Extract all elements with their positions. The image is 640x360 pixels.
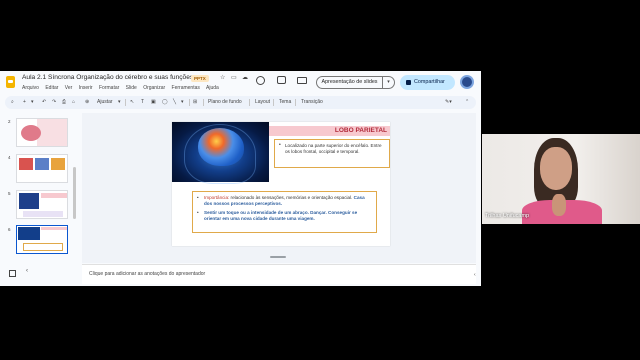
search-icon[interactable]: ⌕ [11,99,14,105]
history-icon[interactable] [256,76,265,85]
importance-text: relacionado às sensações, memórias e ori… [229,195,353,200]
paint-format-icon[interactable]: ⌂ [72,99,75,105]
divider [249,99,250,106]
menu-bar: Arquivo Editar Ver Inserir Formatar Slid… [22,85,224,91]
cloud-status-icon[interactable]: ☁ [242,74,248,81]
menu-item-inserir[interactable]: Inserir [79,85,93,91]
comment-icon[interactable] [277,76,286,84]
star-icon[interactable]: ☆ [220,74,225,81]
location-text-box[interactable]: Localizado na parte superior do encéfalo… [274,139,390,168]
file-type-badge: PPTX [191,75,209,82]
toolbar: ⌕ + ▾ ↶ ↷ ⎙ ⌂ ⊕ Ajustar ▾ ↖ T ▣ ◯ ╲ ▾ ⊞ … [5,96,476,109]
chevron-down-icon[interactable]: ▾ [31,99,34,105]
new-slide-icon[interactable]: + [23,99,26,105]
menu-item-arquivo[interactable]: Arquivo [22,85,39,91]
menu-item-ver[interactable]: Ver [65,85,73,91]
slide-title: LOBO PARIETAL [334,127,387,134]
chevron-up-icon[interactable]: ⌃ [465,99,469,105]
select-cursor-icon[interactable]: ↖ [130,99,134,105]
shape-icon[interactable]: ◯ [162,99,168,105]
participant-name: Trilhas Unifucamp [485,213,530,219]
person-hand [552,194,566,216]
thumbnail-text [23,211,63,217]
share-button[interactable]: Compartilhar [400,75,455,90]
slide[interactable]: LOBO PARIETAL Localizado na parte superi… [172,122,390,246]
grid-view-icon[interactable] [9,270,16,277]
layout-button[interactable]: Layout [255,99,270,105]
importance-label: Importância: [204,195,230,200]
edit-mode-icon[interactable]: ✎▾ [445,99,452,105]
thumbnail-text [23,243,63,251]
divider [295,99,296,106]
move-folder-icon[interactable]: ▭ [231,74,237,81]
thumbnail-title [41,227,67,230]
zoom-select[interactable]: Ajustar [97,99,113,105]
transition-button[interactable]: Transição [301,99,323,105]
chevron-left-icon[interactable]: ‹ [26,268,28,274]
function-text-box[interactable]: Importância: relacionado às sensações, m… [192,191,377,233]
redo-icon[interactable]: ↷ [52,99,56,105]
present-options-button[interactable]: ▾ [383,76,395,89]
menu-item-ajuda[interactable]: Ajuda [206,85,219,91]
avatar[interactable] [460,75,474,89]
thumbnail-image [19,193,39,209]
chevron-down-icon[interactable]: ▾ [118,99,121,105]
divider [203,99,204,106]
zoom-icon[interactable]: ⊕ [85,99,89,105]
filmstrip: 2 4 5 6 [0,113,76,286]
examples-paragraph: Sentir um toque ou a intensidade de um a… [197,210,372,222]
menu-item-organizar[interactable]: Organizar [143,85,165,91]
undo-icon[interactable]: ↶ [42,99,46,105]
slide-number: 5 [8,191,11,196]
screen: Aula 2.1 Síncrona Organização do cérebro… [0,0,640,360]
theme-button[interactable]: Tema [279,99,291,105]
add-comment-icon[interactable]: ⊞ [193,99,197,105]
slide-thumbnail[interactable] [16,118,68,147]
slide-thumbnail[interactable] [16,190,68,219]
chevron-down-icon[interactable]: ▾ [181,99,184,105]
menu-item-slide[interactable]: Slide [126,85,137,91]
webcam-feed: Trilhas Unifucamp [482,134,640,224]
document-title[interactable]: Aula 2.1 Síncrona Organização do cérebro… [22,74,195,81]
image-icon[interactable]: ▣ [151,99,156,105]
present-button[interactable]: Apresentação de slides [316,76,383,89]
menu-item-ferramentas[interactable]: Ferramentas [172,85,200,91]
speaker-notes[interactable]: Clique para adicionar as anotações do ap… [82,264,476,284]
slide-thumbnail[interactable] [16,154,68,183]
title-bar[interactable]: LOBO PARIETAL [269,126,390,136]
brain-graphic [198,128,244,166]
background-button[interactable]: Plano de fundo [208,99,242,105]
importance-paragraph: Importância: relacionado às sensações, m… [197,195,372,207]
brain-image[interactable] [172,122,269,184]
menu-item-formatar[interactable]: Formatar [99,85,119,91]
slide-number: 6 [8,227,11,232]
thumbnail-title [41,193,67,198]
divider [273,99,274,106]
thumbnail-image [21,125,41,141]
slides-window: Aula 2.1 Síncrona Organização do cérebro… [0,71,481,286]
slide-thumbnail-selected[interactable] [16,225,68,254]
videocam-icon[interactable] [297,77,307,84]
line-icon[interactable]: ╲ [173,99,176,105]
chevron-left-icon[interactable]: ‹ [474,272,476,278]
slide-number: 4 [8,155,11,160]
title-bar: Aula 2.1 Síncrona Organização do cérebro… [0,71,481,94]
resize-handle[interactable] [270,256,286,258]
share-label: Compartilhar [414,79,445,85]
divider [189,99,190,106]
print-icon[interactable]: ⎙ [62,99,66,105]
divider [125,99,126,106]
slide-canvas[interactable]: LOBO PARIETAL Localizado na parte superi… [82,113,476,263]
filmstrip-scrollbar[interactable] [73,167,76,219]
thumbnail-image [35,158,49,170]
slide-number: 2 [8,119,11,124]
person-face [540,147,572,190]
thumbnail-image [18,227,40,240]
thumbnail-image [19,158,33,170]
thumbnail-image [51,158,65,170]
lock-icon [406,80,411,85]
slides-logo-icon[interactable] [6,76,15,88]
menu-item-editar[interactable]: Editar [45,85,58,91]
text-box-icon[interactable]: T [141,99,144,105]
